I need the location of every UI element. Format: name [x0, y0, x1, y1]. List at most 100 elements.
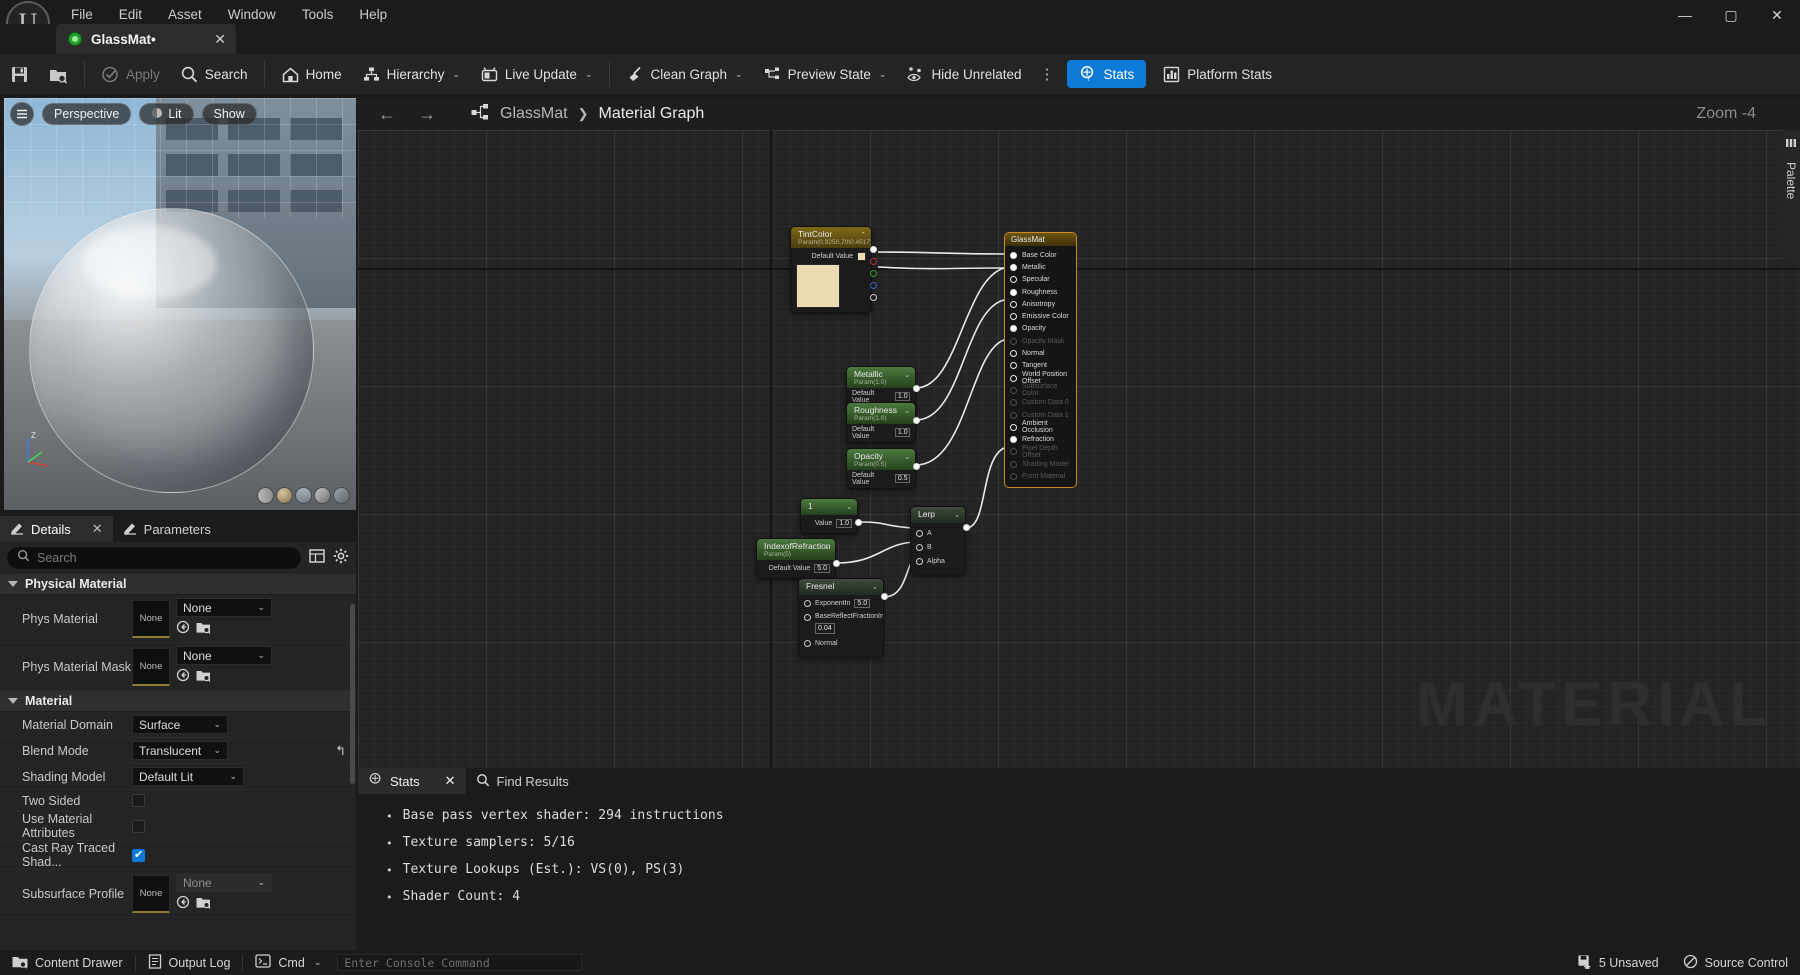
hierarchy-button[interactable]: Hierarchy ⌄	[352, 54, 470, 94]
asset-thumbnail[interactable]: None	[132, 647, 170, 686]
tint-color-preview[interactable]	[796, 264, 840, 308]
material-graph-editor[interactable]: ← → GlassMat ❯ Material Graph Zoom -4 Pa…	[358, 98, 1800, 768]
property-row-use-material-attributes[interactable]: Use Material Attributes	[0, 812, 356, 841]
search-button[interactable]: Search	[170, 54, 258, 94]
node-value-field[interactable]: 5.0	[854, 599, 871, 608]
forward-arrow-icon[interactable]: →	[412, 104, 442, 125]
result-pin-emissive-color[interactable]: Emissive Color	[1005, 310, 1076, 322]
unsaved-assets-button[interactable]: 5 Unsaved	[1565, 950, 1671, 975]
lerp-input-b-pin[interactable]	[916, 544, 923, 551]
opacity-output-pin[interactable]	[913, 463, 920, 470]
property-row-phys-material[interactable]: Phys Material None None ⌄	[0, 595, 356, 643]
console-command-input-wrap[interactable]	[337, 954, 583, 971]
preview-state-button[interactable]: Preview State ⌄	[753, 54, 897, 94]
browse-back-icon[interactable]	[176, 620, 190, 639]
result-pin-specular[interactable]: Specular	[1005, 274, 1076, 286]
output-pin-r[interactable]	[870, 258, 877, 265]
output-pin-rgb[interactable]	[870, 246, 877, 253]
viewport-perspective-button[interactable]: Perspective	[42, 103, 132, 125]
platform-stats-button[interactable]: Platform Stats	[1152, 54, 1282, 94]
save-button[interactable]	[0, 54, 39, 94]
lerp-input-alpha-pin[interactable]	[916, 558, 923, 565]
chevron-down-icon[interactable]: ⌄	[846, 503, 852, 511]
console-command-input[interactable]	[344, 955, 576, 970]
browse-back-icon[interactable]	[176, 668, 190, 687]
property-row-material-domain[interactable]: Material Domain Surface ⌄	[0, 712, 356, 738]
fresnel-exponent-pin[interactable]	[804, 600, 811, 607]
lerp-input-a-pin[interactable]	[916, 530, 923, 537]
lerp-node[interactable]: Lerp ⌄ A B Alpha	[910, 506, 966, 575]
node-header[interactable]: TintColor Param(0.9250,70\0.4517) ⌃	[791, 227, 871, 248]
preview-shape-cube[interactable]	[314, 487, 331, 504]
two-sided-checkbox[interactable]	[132, 794, 145, 807]
hide-unrelated-button[interactable]: Hide Unrelated	[896, 54, 1031, 94]
node-header[interactable]: IndexofRefraction Param(5) ⌄	[757, 539, 835, 560]
output-log-button[interactable]: Output Log	[136, 950, 243, 975]
result-pin-anisotropy[interactable]: Anisotropy	[1005, 298, 1076, 310]
chevron-down-icon[interactable]: ⌄	[904, 371, 910, 379]
live-update-button[interactable]: Live Update ⌄	[470, 54, 603, 94]
constant-one-node[interactable]: 1 ⌄ Value 1.0	[800, 498, 858, 534]
node-value-field[interactable]: 1.0	[894, 392, 910, 401]
node-header[interactable]: Metallic Param(1.0) ⌄	[847, 367, 915, 388]
property-row-shading-model[interactable]: Shading Model Default Lit ⌄	[0, 764, 356, 790]
blend-mode-combo[interactable]: Translucent ⌄	[132, 741, 228, 760]
cast-ray-traced-shadows-checkbox[interactable]	[132, 848, 145, 862]
details-scrollbar[interactable]	[350, 604, 355, 784]
phys-material-mask-combo[interactable]: None ⌄	[176, 646, 272, 665]
source-control-button[interactable]: Source Control	[1671, 950, 1800, 975]
chevron-down-icon[interactable]: ⌄	[904, 453, 910, 461]
result-pin-roughness[interactable]: Roughness	[1005, 286, 1076, 298]
browse-to-asset-button[interactable]	[39, 54, 78, 94]
clean-graph-button[interactable]: Clean Graph ⌄	[616, 54, 753, 94]
fresnel-node[interactable]: Fresnel ⌄ ExponentIn 5.0 BaseReflectFrac…	[798, 578, 884, 658]
roughness-output-pin[interactable]	[913, 417, 920, 424]
browse-asset-icon[interactable]	[196, 895, 211, 914]
node-value-field[interactable]: 5.0	[814, 564, 830, 573]
breadcrumb-root[interactable]: GlassMat	[500, 105, 568, 123]
roughness-node[interactable]: Roughness Param(1.0) ⌄ Default Value 1.0	[846, 402, 916, 443]
content-drawer-button[interactable]: Content Drawer	[0, 950, 135, 975]
phys-material-combo[interactable]: None ⌄	[176, 598, 272, 617]
close-stats-tab-icon[interactable]: ✕	[445, 773, 456, 789]
node-header[interactable]: 1 ⌄	[801, 499, 857, 515]
metallic-output-pin[interactable]	[913, 385, 920, 392]
index-of-refraction-node[interactable]: IndexofRefraction Param(5) ⌄ Default Val…	[756, 538, 836, 579]
graph-canvas[interactable]: TintColor Param(0.9250,70\0.4517) ⌃ Defa…	[358, 130, 1800, 768]
property-row-cast-ray-traced-shadows[interactable]: Cast Ray Traced Shad...	[0, 841, 356, 870]
fresnel-output-pin[interactable]	[881, 593, 888, 600]
chevron-down-icon[interactable]: ⌄	[872, 583, 878, 591]
section-material[interactable]: Material	[0, 691, 356, 712]
column-layout-icon[interactable]	[309, 548, 325, 569]
apply-button[interactable]: Apply	[91, 54, 170, 94]
material-domain-combo[interactable]: Surface ⌄	[132, 715, 228, 734]
color-swatch[interactable]	[857, 252, 866, 261]
chevron-down-icon[interactable]: ⌄	[904, 407, 910, 415]
metallic-node[interactable]: Metallic Param(1.0) ⌄ Default Value 1.0	[846, 366, 916, 407]
index-of-refraction-output-pin[interactable]	[833, 560, 840, 567]
result-pin-tangent[interactable]: Tangent	[1005, 360, 1076, 372]
property-row-phys-material-mask[interactable]: Phys Material Mask None None ⌄	[0, 643, 356, 691]
dock-tab-stats[interactable]: Stats ✕	[358, 768, 466, 794]
section-physical-material[interactable]: Physical Material	[0, 574, 356, 595]
node-header[interactable]: Roughness Param(1.0) ⌄	[847, 403, 915, 424]
result-pin-world-position-offset[interactable]: World Position Offset	[1005, 371, 1076, 385]
asset-thumbnail[interactable]: None	[132, 599, 170, 638]
details-search-input[interactable]	[37, 551, 291, 565]
toolbar-overflow-button[interactable]: ⋮	[1032, 67, 1063, 82]
viewport-show-button[interactable]: Show	[201, 103, 257, 125]
result-pin-ambient-occlusion[interactable]: Ambient Occlusion	[1005, 420, 1076, 434]
stats-toggle-button[interactable]: i Stats	[1066, 60, 1147, 88]
output-pin-a[interactable]	[870, 294, 877, 301]
node-header[interactable]: Fresnel ⌄	[799, 579, 883, 595]
use-material-attributes-checkbox[interactable]	[132, 819, 145, 833]
preview-shape-plane[interactable]	[295, 487, 312, 504]
property-row-two-sided[interactable]: Two Sided	[0, 790, 356, 812]
node-header[interactable]: Opacity Param(0.5) ⌄	[847, 449, 915, 470]
browse-asset-icon[interactable]	[196, 668, 211, 687]
result-pin-base-color[interactable]: Base Color	[1005, 249, 1076, 261]
material-preview-viewport[interactable]: Perspective Lit Show Z	[4, 98, 356, 510]
result-pin-opacity[interactable]: Opacity	[1005, 323, 1076, 335]
browse-asset-icon[interactable]	[196, 620, 211, 639]
chevron-down-icon[interactable]: ⌄	[954, 511, 960, 519]
